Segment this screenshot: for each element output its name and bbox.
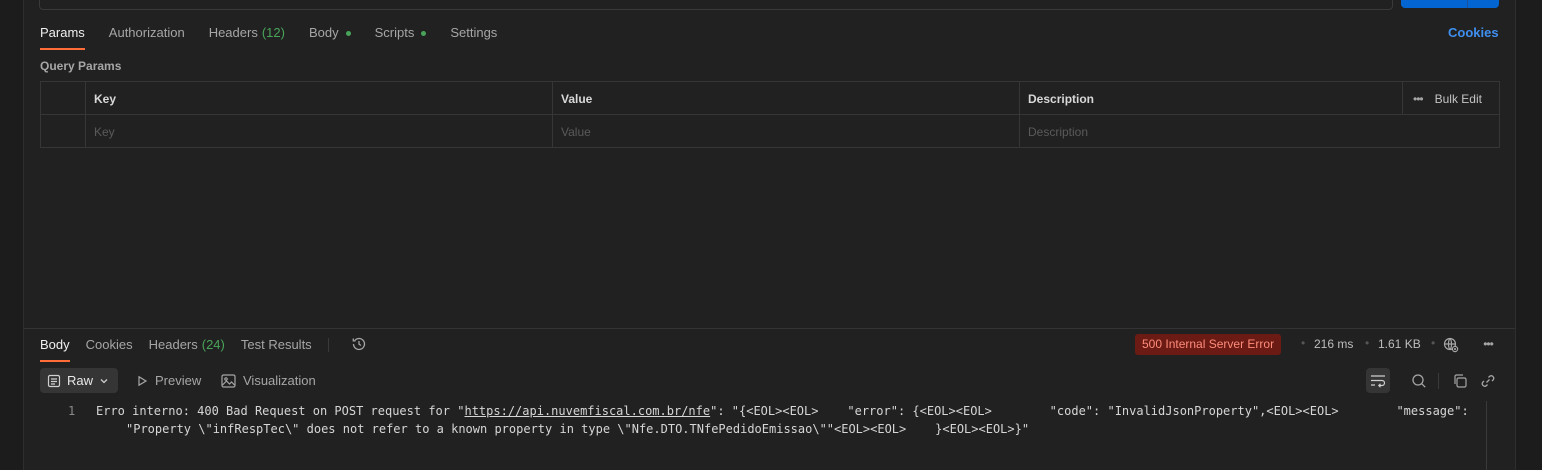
tab-settings[interactable]: Settings xyxy=(450,24,497,50)
response-tab-cookies[interactable]: Cookies xyxy=(86,336,133,362)
headers-count: (12) xyxy=(261,25,285,40)
more-options-icon[interactable]: ••• xyxy=(1479,336,1497,352)
send-dropdown-divider xyxy=(1467,0,1468,8)
tab-separator xyxy=(327,338,329,352)
description-input[interactable]: Description xyxy=(1020,115,1403,148)
response-url-link[interactable]: https://api.nuvemfiscal.com.br/nfe xyxy=(464,404,710,418)
copy-icon[interactable] xyxy=(1451,372,1469,390)
tab-authorization[interactable]: Authorization xyxy=(109,24,185,50)
line-number: 1 xyxy=(68,404,76,418)
wrap-lines-icon xyxy=(1371,375,1386,388)
raw-icon xyxy=(47,374,61,387)
more-options-icon[interactable]: ••• xyxy=(1413,92,1424,106)
tab-headers[interactable]: Headers (12) xyxy=(209,24,285,50)
meta-separator: • xyxy=(1301,336,1306,350)
query-params-table: Key Value Description ••• Bulk Edit Key … xyxy=(40,81,1500,148)
table-header-row: Key Value Description ••• Bulk Edit xyxy=(41,82,1499,115)
request-tabs: Params Authorization Headers (12) Body Sc… xyxy=(40,24,497,50)
checkbox-column-header xyxy=(41,82,86,115)
response-tabs: Body Cookies Headers (24) Test Results xyxy=(40,336,367,362)
value-input[interactable]: Value xyxy=(553,115,1020,148)
code-line-wrapped: "Property \"infRespTec\" does not refer … xyxy=(126,422,1030,436)
preview-button[interactable]: Preview xyxy=(136,368,201,393)
response-tab-body[interactable]: Body xyxy=(40,336,70,362)
raw-label: Raw xyxy=(67,373,94,388)
code-line: Erro interno: 400 Bad Request on POST re… xyxy=(96,404,1469,418)
image-icon xyxy=(221,373,236,388)
chevron-down-icon xyxy=(100,378,108,383)
pane-divider[interactable] xyxy=(24,328,1515,329)
cookies-link[interactable]: Cookies xyxy=(1448,25,1499,40)
history-icon[interactable] xyxy=(351,336,367,352)
tab-scripts[interactable]: Scripts xyxy=(375,24,427,50)
send-button[interactable] xyxy=(1401,0,1499,8)
raw-format-dropdown[interactable]: Raw xyxy=(40,368,118,393)
key-column-header: Key xyxy=(86,82,553,115)
response-size[interactable]: 1.61 KB xyxy=(1378,337,1421,351)
status-badge[interactable]: 500 Internal Server Error xyxy=(1135,334,1282,355)
description-column-header: Description xyxy=(1020,82,1403,115)
tab-body[interactable]: Body xyxy=(309,24,351,50)
network-globe-icon[interactable] xyxy=(1443,337,1459,353)
tab-params[interactable]: Params xyxy=(40,24,85,50)
scripts-indicator-dot xyxy=(421,31,427,36)
url-input[interactable] xyxy=(39,0,1393,10)
response-tab-test-results[interactable]: Test Results xyxy=(241,336,312,362)
query-params-title: Query Params xyxy=(40,59,122,73)
right-gutter xyxy=(1515,0,1542,470)
visualization-button[interactable]: Visualization xyxy=(221,368,316,393)
link-icon[interactable] xyxy=(1479,372,1497,390)
editor-scrollbar[interactable] xyxy=(1486,401,1487,470)
bulk-edit-label: Bulk Edit xyxy=(1434,91,1482,106)
wrap-lines-button[interactable] xyxy=(1366,368,1390,393)
toolbar-separator xyxy=(1438,373,1439,389)
left-gutter xyxy=(0,0,24,470)
meta-separator: • xyxy=(1431,336,1436,350)
response-tab-headers[interactable]: Headers (24) xyxy=(149,336,225,362)
play-icon xyxy=(138,375,148,386)
meta-separator: • xyxy=(1365,336,1370,350)
response-time[interactable]: 216 ms xyxy=(1314,337,1353,351)
table-row: Key Value Description xyxy=(41,115,1499,148)
search-icon[interactable] xyxy=(1410,372,1428,390)
bulk-edit-button[interactable]: ••• Bulk Edit xyxy=(1403,82,1482,115)
body-indicator-dot xyxy=(345,31,351,36)
response-headers-count: (24) xyxy=(201,337,225,352)
key-input[interactable]: Key xyxy=(86,115,553,148)
row-checkbox-cell xyxy=(41,115,86,148)
value-column-header: Value xyxy=(553,82,1020,115)
